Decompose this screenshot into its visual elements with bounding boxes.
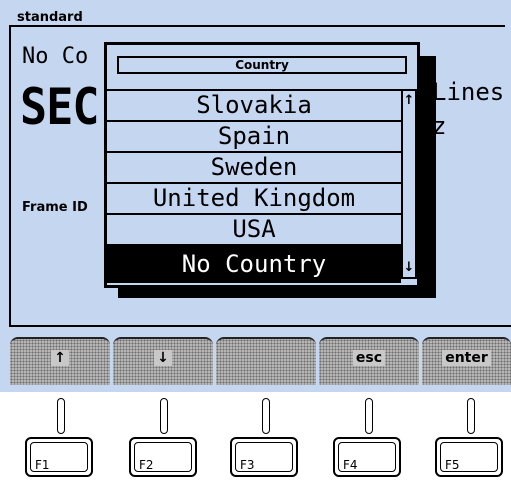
- softkey-label: esc: [319, 350, 419, 366]
- arrow-down-icon: ↓: [113, 350, 213, 366]
- scrollbar[interactable]: ↑ ↓: [401, 89, 417, 279]
- f4-label: F4: [343, 458, 358, 472]
- list-item[interactable]: Spain: [107, 122, 401, 153]
- lines-value: Lines: [432, 78, 505, 106]
- list-item[interactable]: United Kingdom: [107, 184, 401, 215]
- key-connector: [365, 398, 373, 434]
- f1-label: F1: [35, 458, 50, 472]
- country-list: Slovakia Spain Sweden United Kingdom USA…: [107, 89, 401, 283]
- arrow-up-icon: ↑: [10, 350, 110, 366]
- list-item[interactable]: Slovakia: [107, 89, 401, 122]
- f2-label: F2: [139, 458, 154, 472]
- arrow-down-icon[interactable]: ↓: [403, 260, 415, 275]
- softkey-label: enter: [422, 350, 511, 366]
- key-connector: [262, 398, 270, 434]
- f2-key[interactable]: F2: [129, 437, 197, 477]
- f3-label: F3: [240, 458, 255, 472]
- popup-title: Country: [117, 56, 407, 74]
- softkey-enter[interactable]: enter: [422, 337, 511, 385]
- key-connector: [467, 398, 475, 434]
- softkey-esc[interactable]: esc: [319, 337, 419, 385]
- softkey-blank[interactable]: [216, 337, 316, 385]
- standard-value: SEC: [20, 78, 99, 136]
- softkey-down[interactable]: ↓: [113, 337, 213, 385]
- key-connector: [160, 398, 168, 434]
- frame-id-label: Frame ID: [22, 200, 88, 215]
- f4-key[interactable]: F4: [333, 437, 401, 477]
- arrow-up-icon[interactable]: ↑: [403, 93, 415, 108]
- softkey-up[interactable]: ↑: [10, 337, 110, 385]
- group-title: standard: [14, 10, 86, 25]
- country-value: No Co: [22, 44, 89, 69]
- f5-key[interactable]: F5: [435, 437, 503, 477]
- country-popup: Country Slovakia Spain Sweden United Kin…: [104, 42, 420, 288]
- list-item[interactable]: USA: [107, 215, 401, 246]
- key-connector: [57, 398, 65, 434]
- f3-key[interactable]: F3: [230, 437, 298, 477]
- list-item-selected[interactable]: No Country: [107, 246, 401, 283]
- f1-key[interactable]: F1: [25, 437, 93, 477]
- lcd-screen: standard No Co SEC Lines z Frame ID Coun…: [0, 0, 511, 392]
- divider: [9, 325, 511, 327]
- list-item[interactable]: Sweden: [107, 153, 401, 184]
- f5-label: F5: [445, 458, 460, 472]
